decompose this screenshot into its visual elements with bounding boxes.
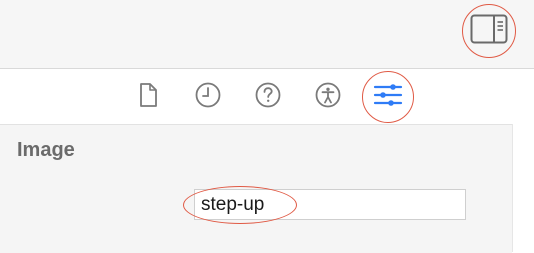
image-name-field[interactable]: step-up xyxy=(183,186,466,224)
tab-accessibility[interactable] xyxy=(313,82,343,112)
inspector-tab-bar xyxy=(0,69,534,124)
inspector-toggle-button[interactable] xyxy=(462,4,516,58)
panel-scroll-gutter xyxy=(512,124,534,252)
inspector-panel-icon xyxy=(470,14,508,49)
tab-attributes[interactable] xyxy=(362,71,414,123)
tab-file[interactable] xyxy=(133,82,163,112)
accessibility-icon xyxy=(314,81,342,114)
tab-help[interactable] xyxy=(253,82,283,112)
window-top-bar xyxy=(0,0,534,69)
attributes-inspector-panel: Image step-up xyxy=(0,124,512,253)
document-icon xyxy=(137,82,159,113)
image-name-value: step-up xyxy=(201,194,265,215)
help-icon xyxy=(254,81,282,114)
tab-history[interactable] xyxy=(193,82,223,112)
clock-icon xyxy=(194,81,222,114)
section-title-image: Image xyxy=(17,139,75,161)
sliders-icon xyxy=(373,81,403,114)
